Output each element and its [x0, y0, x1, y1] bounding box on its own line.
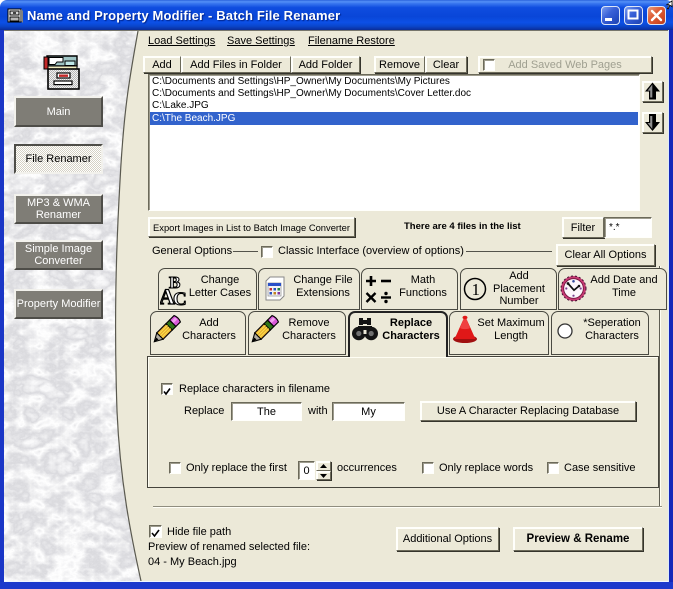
svg-text:1: 1 [472, 280, 481, 299]
svg-text:C: C [173, 289, 187, 306]
